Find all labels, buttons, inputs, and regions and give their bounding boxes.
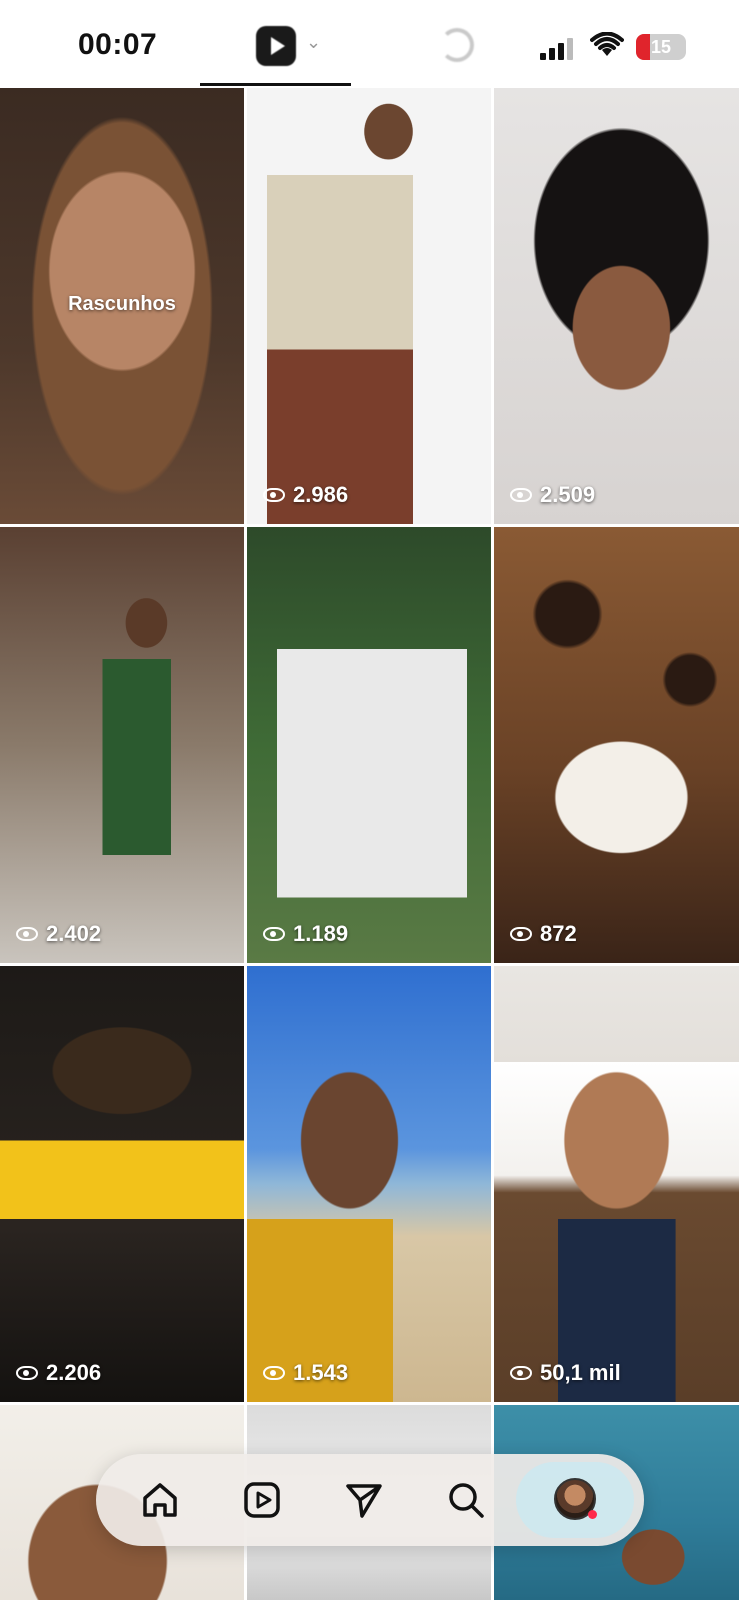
reel-tile[interactable]: 2.986: [247, 88, 491, 524]
sync-icon[interactable]: [440, 28, 474, 62]
profile-tab[interactable]: [516, 1462, 634, 1538]
view-count: 2.986: [263, 482, 348, 508]
reel-tile[interactable]: 872: [494, 527, 739, 963]
view-count: 2.206: [16, 1360, 101, 1386]
eye-icon: [510, 927, 532, 941]
battery-indicator: 15: [636, 34, 686, 60]
top-bar: 00:07 ⌄ 15: [0, 0, 739, 88]
view-count: 1.543: [263, 1360, 348, 1386]
eye-icon: [263, 488, 285, 502]
notification-dot: [588, 1510, 597, 1519]
reel-tile[interactable]: 2.509: [494, 88, 739, 524]
reels-tab-switcher[interactable]: ⌄: [252, 24, 338, 68]
active-tab-indicator: [200, 83, 351, 86]
eye-icon: [510, 488, 532, 502]
wifi-icon: [590, 32, 624, 56]
eye-icon: [263, 1366, 285, 1380]
battery-level: 15: [650, 37, 672, 57]
cellular-signal-icon: [540, 36, 576, 60]
status-time: 00:07: [78, 28, 158, 61]
reels-play-icon: [256, 26, 296, 66]
search-icon[interactable]: [444, 1478, 488, 1522]
eye-icon: [263, 927, 285, 941]
home-icon[interactable]: [138, 1478, 182, 1522]
reel-tile[interactable]: 50,1 mil: [494, 966, 739, 1402]
chevron-down-icon: ⌄: [306, 32, 322, 52]
reels-icon[interactable]: [240, 1478, 284, 1522]
reel-tile[interactable]: Rascunhos: [0, 88, 244, 524]
eye-icon: [16, 1366, 38, 1380]
reel-tile[interactable]: 1.189: [247, 527, 491, 963]
drafts-label: Rascunhos: [68, 293, 176, 315]
eye-icon: [510, 1366, 532, 1380]
reel-tile[interactable]: 2.402: [0, 527, 244, 963]
reel-tile[interactable]: 1.543: [247, 966, 491, 1402]
view-count: 1.189: [263, 921, 348, 947]
direct-send-icon[interactable]: [342, 1478, 386, 1522]
view-count: 50,1 mil: [510, 1360, 621, 1386]
eye-icon: [16, 927, 38, 941]
view-count: 2.509: [510, 482, 595, 508]
bottom-navigation: [96, 1454, 644, 1546]
view-count: 872: [510, 921, 577, 947]
reel-tile[interactable]: 2.206: [0, 966, 244, 1402]
view-count: 2.402: [16, 921, 101, 947]
